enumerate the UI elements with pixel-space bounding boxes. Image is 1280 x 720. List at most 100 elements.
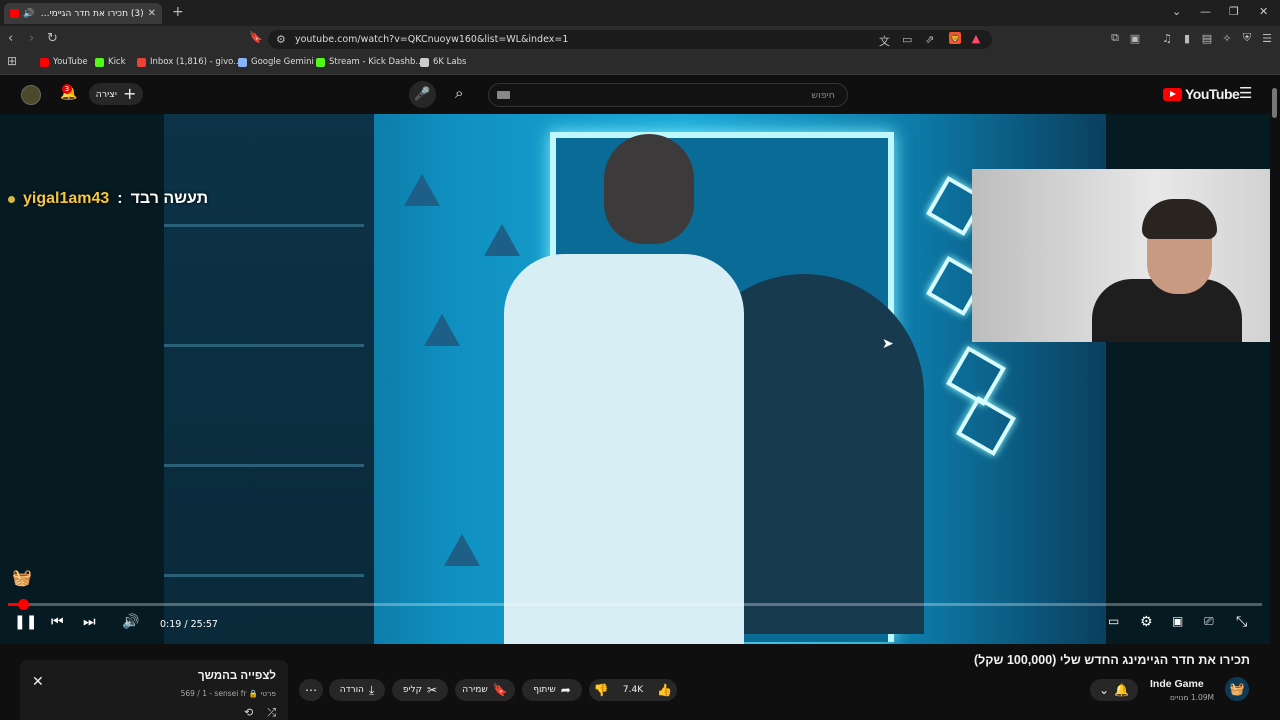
previous-icon[interactable]: ⏮ [51,614,64,630]
playlist-title[interactable]: לצפייה בהמשך [198,670,276,682]
channel-name[interactable]: Inde Game [1150,678,1204,690]
sidebar-icon[interactable]: ▮ [1181,32,1193,45]
brave-shield-icon[interactable]: 🦁 [949,32,961,44]
bookmark-inbox[interactable]: Inbox (1,816) - givo... [137,57,241,67]
search-icon[interactable]: ⌕ [455,84,463,102]
cast-icon[interactable]: ⎚ [1204,614,1214,629]
person [504,124,744,644]
progress-scrubber[interactable] [18,599,30,610]
vpn-icon[interactable]: ⛨ [1241,31,1253,44]
playlist-controls: ⟲ ⤮ [244,706,276,720]
brave-rewards-icon[interactable]: ▲ [970,32,982,45]
search-input[interactable]: חיפוש [488,83,848,107]
shuffle-icon[interactable]: ⤮ [267,706,276,720]
volume-icon[interactable]: 🔊 [122,614,139,630]
speaker-icon[interactable]: 🔊 [23,9,34,19]
back-button[interactable]: ‹ [8,31,13,46]
site-info-icon[interactable]: ⚙ [276,33,286,46]
user-avatar[interactable] [21,85,41,105]
subtitles-icon[interactable]: ▭ [1108,614,1119,628]
more-icon: ⋯ [305,683,317,697]
search-placeholder: חיפוש [811,89,835,101]
like-icon[interactable]: 👍 [657,683,672,697]
youtube-play-icon [1163,87,1182,101]
chat-message: תעשה רבד [130,190,209,207]
guide-menu-icon[interactable]: ☰ [1239,84,1252,102]
video-player[interactable]: yigal1am43 : תעשה רבד 🧺 ➤ ❚❚ ⏮ ⏭ 🔊 0:19 … [0,114,1270,644]
tab-search-icon[interactable]: ⌄ [1172,5,1181,18]
restore-button[interactable]: ❐ [1229,5,1239,18]
bookmark-label: Inbox (1,816) - givo... [150,57,242,67]
minimize-button[interactable]: — [1200,5,1211,18]
like-count[interactable]: 7.4K [623,685,643,695]
cast-icon[interactable]: ▭ [902,33,912,46]
webcam-overlay [972,169,1270,342]
reload-button[interactable]: ↻ [47,31,58,46]
bookmark-icon[interactable]: 🔖 [249,31,263,44]
close-window-button[interactable]: ✕ [1259,5,1268,18]
apps-grid-icon[interactable]: ⊞ [7,54,17,68]
create-button[interactable]: יצירה + [89,83,143,105]
shopping-basket-icon[interactable]: 🧺 [12,568,32,587]
playlist-subtitle: 569 / 1 - sensei fr 🔒 פרטי [180,689,276,698]
share-label: שיתוף [533,685,556,695]
video-title: תכירו את חדר הגיימינג החדש שלי (100,000 … [973,653,1250,667]
bookmark-kick-dashboard[interactable]: Stream - Kick Dashb... [316,57,424,67]
bookmark-label: YouTube [53,57,88,67]
notification-badge: 3 [62,84,72,94]
browser-toolbar: ‹ › ↻ 🔖 youtube.com/watch?v=QKCnuoyw160&… [0,26,1280,53]
youtube-favicon-icon [10,9,19,18]
progress-bar[interactable] [8,599,1262,610]
gmail-icon [137,57,146,67]
more-actions-button[interactable]: ⋯ [299,679,323,701]
pause-icon[interactable]: ❚❚ [14,614,37,630]
share-arrow-icon: ➦ [560,683,571,697]
miniplayer-icon[interactable]: ▣ [1172,614,1183,628]
dislike-icon[interactable]: 👎 [594,683,609,697]
notification-bell-icon: 🔔 [1114,683,1129,697]
playlist-close-icon[interactable]: ✕ [32,674,44,690]
loop-icon[interactable]: ⟲ [244,706,253,720]
wallet-icon[interactable]: ▣ [1129,32,1141,45]
share-icon[interactable]: ⇗ [925,33,934,46]
plus-icon: + [123,84,137,103]
new-tab-button[interactable]: + [172,4,184,20]
video-info-section: תכירו את חדר הגיימינג החדש שלי (100,000 … [0,644,1280,720]
chat-badge-icon [8,195,15,203]
translate-icon[interactable]: 文 [879,33,890,49]
channel-avatar[interactable]: 🧺 [1225,677,1249,701]
subscribed-button[interactable]: ⌄ 🔔 [1090,679,1138,701]
bookmark-label: 6K Labs [433,57,467,67]
media-icon[interactable]: ♫ [1161,32,1173,45]
kick-icon [95,57,104,67]
chat-overlay: yigal1am43 : תעשה רבד [8,190,208,208]
extensions-icon[interactable]: ⧉ [1109,31,1121,44]
wallet-card-icon[interactable]: ▤ [1201,32,1213,45]
keyboard-icon[interactable] [497,91,510,99]
tab-close-icon[interactable]: ✕ [148,8,156,19]
time-display: 0:19 / 25:57 [160,619,218,630]
youtube-logo-text: YouTube [1185,86,1240,102]
forward-button[interactable]: › [29,31,34,46]
6k-labs-icon [420,57,429,67]
chat-username: yigal1am43 [23,190,110,207]
browser-menu-icon[interactable]: ☰ [1261,32,1273,45]
page-scrollbar[interactable] [1272,88,1277,118]
settings-gear-icon[interactable]: ⚙ [1140,614,1153,630]
voice-search-icon[interactable]: 🎤 [409,81,436,108]
fullscreen-exit-icon[interactable]: ⤡ [1236,614,1247,630]
share-button[interactable]: שיתוף ➦ [522,679,582,701]
clip-button[interactable]: קליפ ✂ [392,679,448,701]
clip-label: קליפ [402,685,423,695]
next-icon[interactable]: ⏭ [83,614,96,630]
save-button[interactable]: שמירה 🔖 [455,679,515,701]
bookmark-kick[interactable]: Kick [95,57,126,67]
leo-ai-icon[interactable]: ✧ [1221,32,1233,45]
bookmark-gemini[interactable]: Google Gemini [238,57,314,67]
bookmark-6k-labs[interactable]: 6K Labs [420,57,466,67]
save-label: שמירה [462,685,488,695]
browser-tab-active[interactable]: 🔊 (3) תכירו את חדר הגיימינג הה ✕ [4,3,162,24]
download-button[interactable]: הורדה ⤓ [329,679,385,701]
bookmark-youtube[interactable]: YouTube [40,57,88,67]
youtube-logo[interactable]: YouTube [1163,86,1240,102]
